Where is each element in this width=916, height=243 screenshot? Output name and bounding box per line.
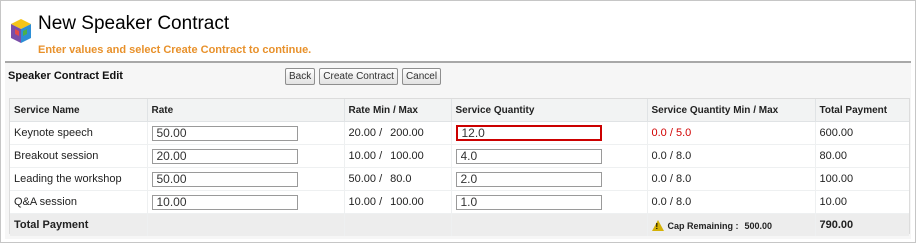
service-name: Breakout session	[10, 144, 148, 168]
rate-min: 10.00 /	[348, 150, 383, 162]
services-table: Service Name Rate Rate Min / Max Service…	[10, 99, 909, 236]
rate-min: 20.00 /	[348, 127, 383, 139]
rate-min-max: 50.00 / 80.0	[344, 167, 452, 191]
service-name: Q&A session	[10, 190, 148, 214]
rate-min-max: 20.00 / 200.00	[344, 121, 452, 145]
rate-min: 50.00 /	[348, 173, 383, 185]
cancel-button[interactable]: Cancel	[401, 68, 442, 85]
page-header: New Speaker Contract Enter values and se…	[1, 1, 915, 61]
rate-min-max: 10.00 / 100.00	[344, 190, 452, 214]
table-header-row: Service Name Rate Rate Min / Max Service…	[10, 99, 909, 122]
quantity-min-max: 0.0 / 5.0	[647, 121, 816, 145]
column-header-rate: Rate	[147, 99, 345, 122]
quantity-min-max: 0.0 / 8.0	[647, 167, 816, 191]
cube-logo-icon	[11, 19, 31, 43]
row-total: 10.00	[815, 190, 909, 214]
table-row: Keynote speech 20.00 / 200.00 0.0 / 5.0 6…	[10, 121, 909, 145]
back-button[interactable]: Back	[285, 68, 316, 85]
services-table-container: Service Name Rate Rate Min / Max Service…	[9, 98, 910, 236]
rate-min-max: 10.00 / 100.00	[344, 144, 452, 168]
quantity-min-max: 0.0 / 8.0	[647, 190, 816, 214]
column-header-total-payment: Total Payment	[815, 99, 909, 122]
table-row: Breakout session 10.00 / 100.00 0.0 / 8.0…	[10, 144, 909, 168]
column-header-service-quantity: Service Quantity	[451, 99, 648, 122]
table-row: Leading the workshop 50.00 / 80.0 0.0 / 8…	[10, 167, 909, 191]
quantity-min-max: 0.0 / 8.0	[647, 144, 816, 168]
section-title: Speaker Contract Edit	[8, 70, 123, 82]
table-row: Q&A session 10.00 / 100.00 0.0 / 8.0 10.0…	[10, 190, 909, 214]
rate-input[interactable]	[151, 194, 298, 210]
row-total: 600.00	[815, 121, 909, 145]
rate-max: 100.00	[390, 150, 424, 162]
rate-max: 100.00	[390, 196, 424, 208]
row-total: 80.00	[815, 144, 909, 168]
cap-remaining-label: Cap Remaining :	[667, 221, 739, 231]
rate-input[interactable]	[151, 171, 298, 187]
quantity-input[interactable]	[455, 125, 602, 141]
rate-max: 200.00	[390, 127, 424, 139]
rate-max: 80.0	[390, 173, 412, 185]
row-total: 100.00	[815, 167, 909, 191]
total-row: Total Payment ! Cap Remaining : 500.00 790…	[10, 213, 909, 236]
page-title: New Speaker Contract	[38, 13, 230, 34]
service-name: Keynote speech	[10, 121, 148, 145]
quantity-input[interactable]	[455, 194, 602, 210]
rate-input[interactable]	[151, 148, 298, 164]
rate-input[interactable]	[151, 125, 298, 141]
instruction-text: Enter values and select Create Contract …	[38, 44, 312, 56]
column-header-service-name: Service Name	[10, 99, 148, 122]
service-name: Leading the workshop	[10, 167, 148, 191]
total-payment-label: Total Payment	[10, 213, 148, 236]
grand-total: 790.00	[815, 213, 909, 236]
column-header-rate-min-max: Rate Min / Max	[344, 99, 452, 122]
column-header-quantity-min-max: Service Quantity Min / Max	[647, 99, 816, 122]
button-bar: Back Create Contract Cancel	[285, 68, 442, 85]
cap-remaining: ! Cap Remaining : 500.00	[647, 213, 816, 236]
quantity-input[interactable]	[455, 171, 602, 187]
rate-min: 10.00 /	[348, 196, 383, 208]
quantity-input[interactable]	[455, 148, 602, 164]
cap-remaining-value: 500.00	[744, 221, 773, 231]
warning-icon: !	[651, 220, 664, 231]
window: New Speaker Contract Enter values and se…	[0, 0, 916, 243]
create-contract-button[interactable]: Create Contract	[319, 68, 398, 85]
contract-edit-panel: Speaker Contract Edit Back Create Contra…	[5, 61, 911, 239]
